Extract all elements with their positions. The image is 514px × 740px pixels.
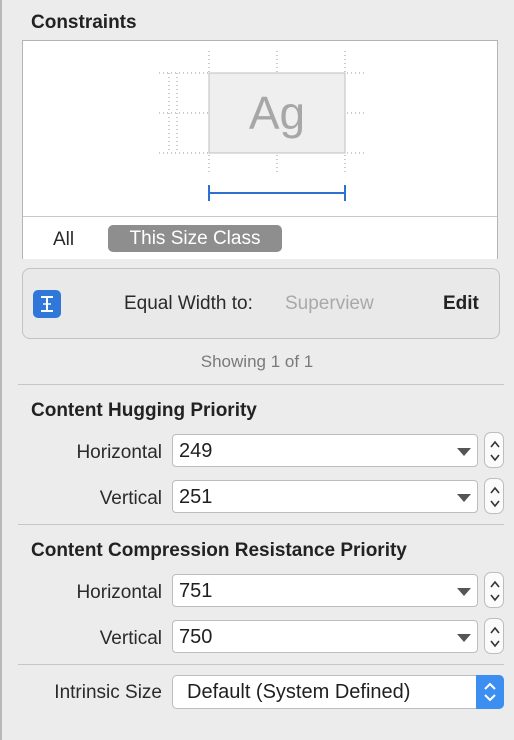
scope-all-button[interactable]: All	[53, 229, 74, 251]
dropdown-arrow-icon[interactable]	[457, 634, 471, 642]
hugging-horizontal-combo[interactable]: 249	[172, 434, 478, 467]
divider	[18, 384, 504, 385]
constraint-label: Equal Width to:	[124, 293, 253, 314]
compression-horizontal-value: 751	[179, 580, 213, 602]
showing-count: Showing 1 of 1	[200, 352, 314, 371]
compression-vertical-combo[interactable]: 750	[172, 620, 478, 653]
divider	[18, 664, 504, 665]
compression-horizontal-label: Horizontal	[76, 582, 162, 603]
hugging-vertical-label: Vertical	[99, 488, 162, 509]
hugging-vertical-value: 251	[179, 486, 213, 508]
scope-bar: All This Size Class	[23, 216, 497, 259]
dropdown-arrow-icon[interactable]	[457, 494, 471, 502]
hugging-vertical-combo[interactable]: 251	[172, 480, 478, 513]
edit-constraint-button[interactable]: Edit	[443, 293, 479, 315]
constraint-target: Superview	[285, 293, 374, 314]
compression-vertical-value: 750	[179, 626, 213, 648]
hugging-horizontal-stepper[interactable]	[484, 432, 504, 468]
constraint-preview-diagram: Ag	[159, 51, 367, 201]
dropdown-arrow-icon[interactable]	[457, 448, 471, 456]
hugging-horizontal-label: Horizontal	[76, 442, 162, 463]
constraint-row[interactable]: Equal Width to: Superview Edit	[22, 268, 500, 339]
constraints-preview: Ag All This Size Class	[22, 40, 498, 259]
intrinsic-size-value: Default (System Defined)	[187, 681, 411, 703]
hugging-title: Content Hugging Priority	[31, 400, 257, 421]
compression-title: Content Compression Resistance Priority	[31, 540, 407, 561]
compression-horizontal-combo[interactable]: 751	[172, 574, 478, 607]
stepper-arrows-icon	[490, 486, 500, 508]
width-constraint-line	[208, 185, 346, 201]
intrinsic-size-popup[interactable]: Default (System Defined)	[172, 675, 504, 709]
stepper-arrows-icon	[490, 580, 500, 602]
compression-horizontal-stepper[interactable]	[484, 572, 504, 608]
hugging-vertical-stepper[interactable]	[484, 478, 504, 514]
stepper-arrows-icon	[490, 440, 500, 462]
hugging-horizontal-value: 249	[179, 440, 213, 462]
compression-vertical-label: Vertical	[99, 628, 162, 649]
preview-glyph: Ag	[249, 87, 305, 139]
popup-chevron-icon[interactable]	[476, 675, 504, 709]
stepper-arrows-icon	[490, 626, 500, 648]
constraint-icon	[33, 290, 61, 318]
constraints-title: Constraints	[31, 12, 137, 33]
compression-vertical-stepper[interactable]	[484, 618, 504, 654]
intrinsic-size-label: Intrinsic Size	[54, 682, 162, 703]
divider	[18, 524, 504, 525]
dropdown-arrow-icon[interactable]	[457, 588, 471, 596]
scope-size-class-button[interactable]: This Size Class	[108, 225, 282, 252]
